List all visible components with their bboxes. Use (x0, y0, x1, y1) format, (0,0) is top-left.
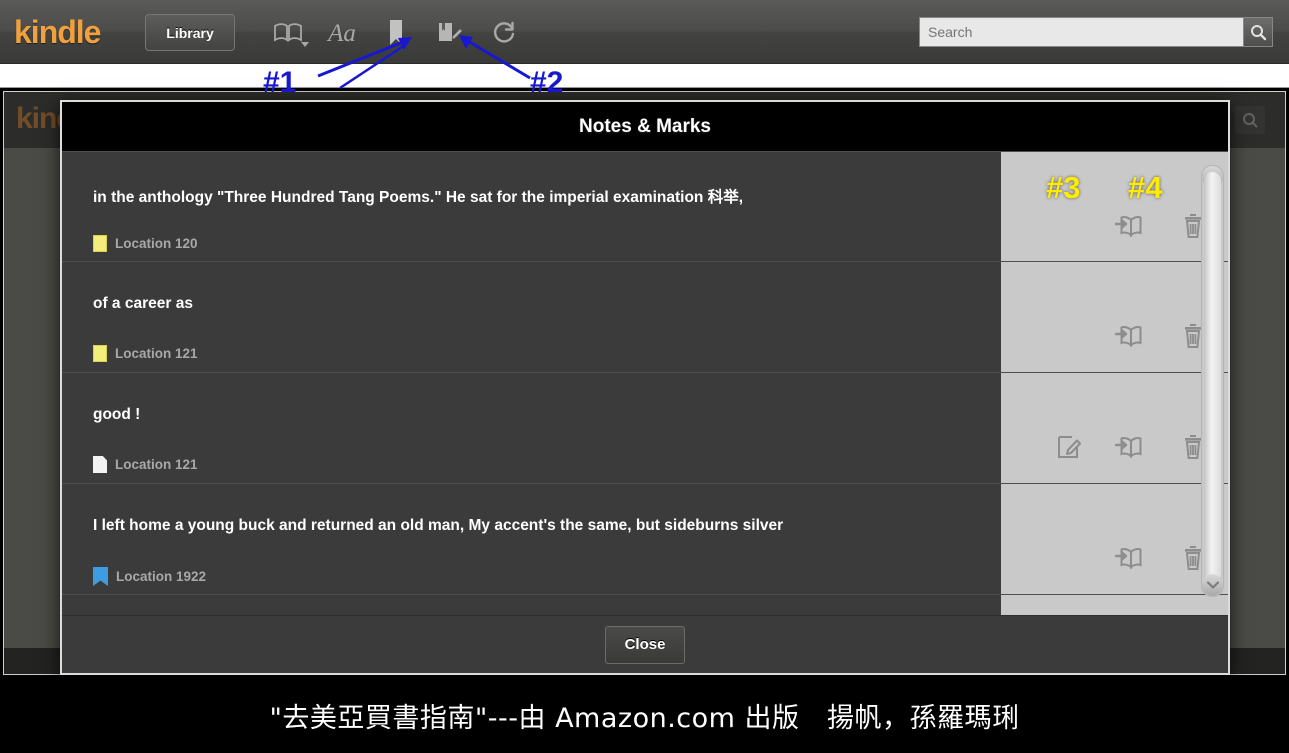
table-row[interactable]: I left home a young buck and returned an… (62, 484, 1228, 595)
notes-and-marks-dialog: Notes & Marks in the anthology "Three Hu… (60, 100, 1230, 675)
row-action-group (1114, 262, 1210, 373)
sync-refresh-icon[interactable] (486, 15, 522, 51)
scroll-down-button[interactable] (1202, 574, 1223, 596)
note-meta: Location 1922 (93, 567, 206, 586)
note-page-icon (93, 456, 107, 473)
close-button[interactable]: Close (605, 625, 685, 664)
highlight-yellow-icon (93, 235, 107, 252)
open-book-icon[interactable] (270, 15, 309, 51)
dialog-title: Notes & Marks (62, 102, 1228, 151)
note-meta: Location 120 (93, 235, 198, 252)
note-text: I left home a young buck and returned an… (93, 517, 784, 534)
goto-location-icon[interactable] (1114, 209, 1148, 243)
goto-location-icon[interactable] (1114, 319, 1148, 353)
bookmark-blue-icon (93, 567, 108, 586)
search-icon (1250, 24, 1266, 40)
kindle-window: kindle Library Aa (0, 0, 1289, 88)
chevron-down-icon (1206, 581, 1219, 589)
library-button[interactable]: Library (145, 14, 235, 51)
location-label: Location 120 (115, 236, 198, 251)
kindle-toolbar: kindle Library Aa (0, 0, 1289, 64)
dialog-body: in the anthology "Three Hundred Tang Poe… (62, 151, 1228, 615)
row-action-group (1114, 484, 1210, 595)
location-label: Location 121 (115, 457, 198, 472)
table-row[interactable]: in the anthology "Three Hundred Tang Poe… (62, 151, 1228, 262)
toolbar-icon-group: Aa (270, 13, 522, 53)
edit-note-icon[interactable] (1052, 430, 1086, 464)
font-size-icon[interactable]: Aa (324, 15, 360, 51)
notes-scrollbar[interactable] (1201, 165, 1224, 597)
highlight-yellow-icon (93, 345, 107, 362)
dialog-footer: Close (62, 615, 1228, 673)
row-action-group (1052, 373, 1210, 484)
goto-location-icon[interactable] (1114, 430, 1148, 464)
notes-list: in the anthology "Three Hundred Tang Poe… (62, 151, 1228, 595)
goto-location-icon[interactable] (1114, 541, 1148, 575)
note-meta: Location 121 (93, 345, 198, 362)
screen: kindle kindle Library Aa Search Notes & … (0, 0, 1289, 753)
location-label: Location 121 (115, 346, 198, 361)
bookmark-icon[interactable] (378, 15, 414, 51)
location-label: Location 1922 (116, 569, 207, 584)
chevron-down-icon[interactable] (301, 42, 309, 47)
note-text: of a career as (93, 295, 193, 312)
caption-text: "去美亞買書指南"---由 Amazon.com 出版 揚帆，孫羅瑪琍 (269, 703, 1020, 734)
row-action-group (1114, 152, 1210, 263)
search-group (919, 17, 1273, 47)
background-search-icon (1235, 106, 1265, 134)
note-text: good ! (93, 406, 141, 423)
table-row[interactable]: good ! Location 121 (62, 373, 1228, 484)
table-row[interactable]: of a career as Location 121 (62, 262, 1228, 373)
search-button[interactable] (1243, 17, 1273, 47)
note-meta: Location 121 (93, 456, 198, 473)
kindle-logo: kindle (14, 14, 101, 50)
notes-marks-icon[interactable] (432, 15, 468, 51)
note-text: in the anthology "Three Hundred Tang Poe… (93, 189, 744, 206)
scrollbar-thumb[interactable] (1204, 172, 1221, 582)
caption-bar: "去美亞買書指南"---由 Amazon.com 出版 揚帆，孫羅瑪琍 (0, 678, 1289, 753)
search-input[interactable] (919, 17, 1243, 47)
